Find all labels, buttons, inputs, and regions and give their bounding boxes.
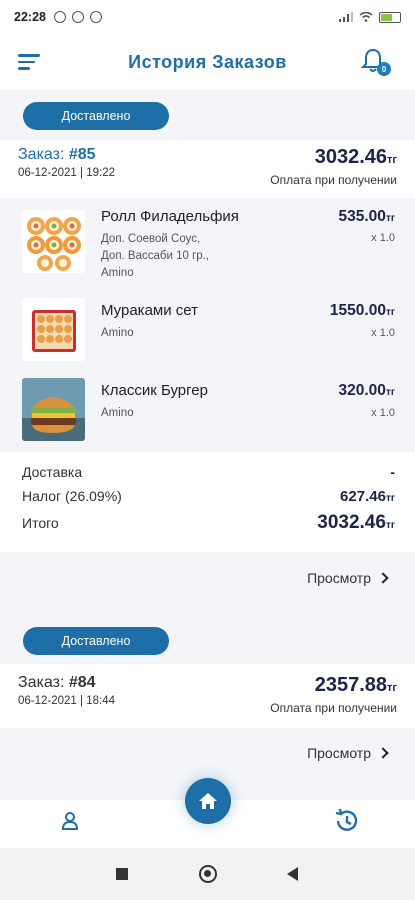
history-icon[interactable] [333,808,359,834]
delivery-label: Доставка [22,464,83,480]
product-price: 320.00тг [338,382,395,399]
tax-label: Налог (26.09%) [22,488,122,504]
page-title: История Заказов [128,51,287,72]
whatsapp-icon [71,11,84,23]
orders-list[interactable]: Доставлено Заказ: #85 06-12-2021 | 19:22… [0,90,415,800]
tax-value: 627.46тг [340,488,395,505]
product-options: Amino [101,407,134,419]
notification-count-badge: 0 [377,62,391,76]
home-icon [199,793,217,809]
battery-icon [379,11,401,23]
view-order-button[interactable]: Просмотр [307,745,389,761]
product-options: Доп. Соевой Соус, Доп. Вассаби 10 гр., A… [101,233,210,279]
recent-apps-button[interactable] [116,868,128,880]
menu-icon[interactable] [18,54,40,72]
list-item[interactable]: Классик Бургер Amino 320.00тг x 1.0 [0,374,415,446]
order-header-85[interactable]: Заказ: #85 06-12-2021 | 19:22 3032.46тг … [0,140,415,198]
order-summary: Доставка - Налог (26.09%) 627.46тг Итого… [0,452,415,552]
product-quantity: x 1.0 [371,327,395,339]
profile-icon[interactable] [60,810,80,832]
product-quantity: x 1.0 [371,407,395,419]
order-total: 2357.88тг [314,674,397,696]
list-item[interactable]: Мураками сет Amino 1550.00тг x 1.0 [0,294,415,364]
signal-icon [339,12,353,22]
product-name: Мураками сет [101,302,198,319]
product-quantity: x 1.0 [371,232,395,244]
product-name: Ролл Филадельфия [101,208,239,225]
home-button[interactable] [185,778,231,824]
order-date: 06-12-2021 | 18:44 [18,695,115,707]
order-number: Заказ: #85 [18,146,96,163]
product-price: 1550.00тг [329,302,395,319]
product-price: 535.00тг [338,208,395,225]
order-number: Заказ: #84 [18,674,96,691]
total-label: Итого [22,515,59,531]
list-item[interactable]: Ролл Филадельфия Доп. Соевой Соус, Доп. … [0,204,415,290]
payment-method: Оплата при получении [270,701,397,715]
status-time: 22:28 [14,10,46,24]
order-date: 06-12-2021 | 19:22 [18,167,115,179]
status-badge: Доставлено [23,102,169,130]
app-header: История Заказов 0 [0,34,415,90]
product-image-burger [22,378,85,441]
status-badge: Доставлено [23,627,169,655]
product-options: Amino [101,327,134,339]
status-bar: 22:28 [0,0,415,34]
chevron-right-icon [377,747,389,759]
system-navigation-bar [0,848,415,900]
payment-method: Оплата при получении [270,173,397,187]
wifi-icon [359,12,373,22]
notification-bell-icon[interactable]: 0 [360,48,391,76]
total-value: 3032.46тг [317,512,395,533]
order-header-84[interactable]: Заказ: #84 06-12-2021 | 18:44 2357.88тг … [0,664,415,728]
order-total: 3032.46тг [314,146,397,168]
delivery-value: - [390,464,395,480]
product-name: Классик Бургер [101,382,208,399]
bottom-navigation [0,778,415,848]
back-button[interactable] [287,867,298,881]
chevron-right-icon [377,572,389,584]
system-home-button[interactable] [199,865,217,883]
product-image-murakami [22,298,85,361]
notification-app-icon [89,11,102,23]
alarm-icon [53,11,66,23]
view-order-button[interactable]: Просмотр [307,570,389,586]
product-image-philadelphia [22,210,85,273]
